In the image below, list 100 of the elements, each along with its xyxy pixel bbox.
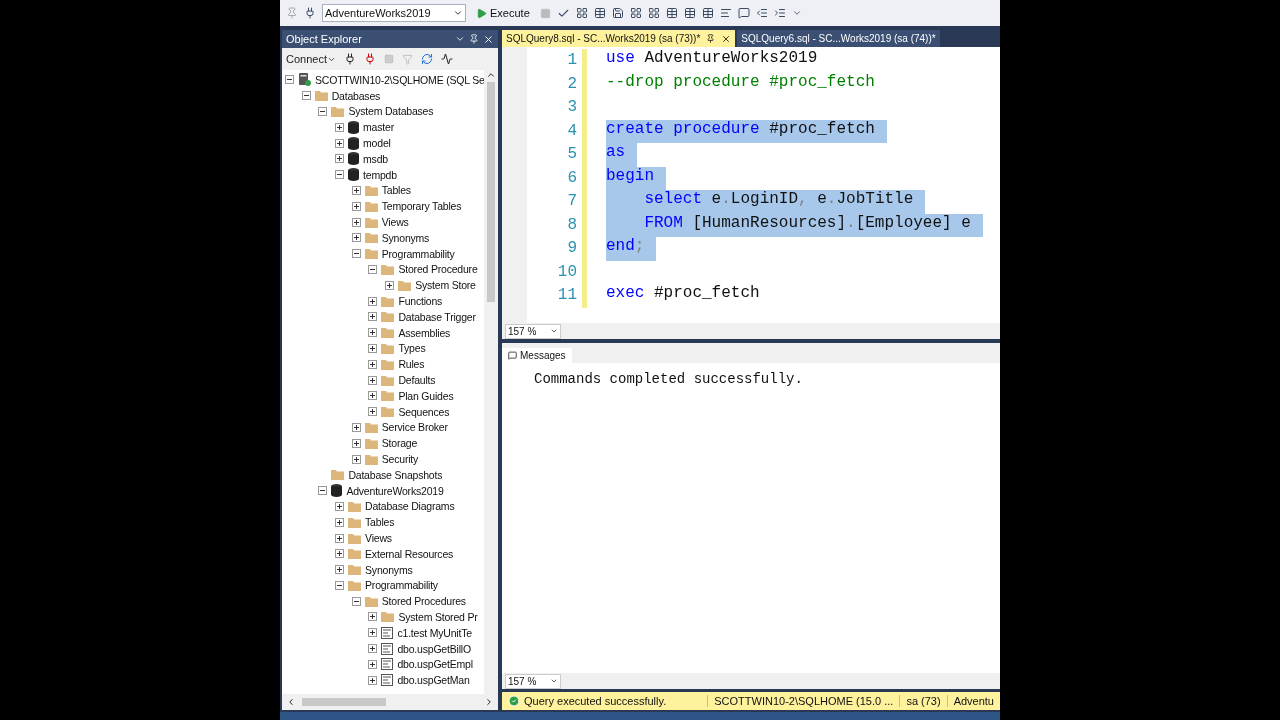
tree-item[interactable]: Stored Procedures — [381, 595, 466, 608]
expand-icon[interactable] — [368, 407, 378, 417]
scroll-left-icon[interactable] — [286, 697, 296, 707]
tree-item[interactable]: Synonyms — [381, 231, 430, 244]
expand-icon[interactable] — [368, 644, 378, 654]
close-icon[interactable] — [721, 33, 732, 44]
tree-item[interactable]: Assemblies — [398, 326, 451, 339]
dropdown-icon[interactable] — [455, 34, 465, 44]
table-icon[interactable] — [665, 7, 678, 19]
collapse-icon[interactable] — [335, 580, 345, 590]
grid-icon[interactable] — [647, 7, 660, 19]
tree-item[interactable]: AdventureWorks2019 — [346, 484, 444, 497]
tree-item[interactable]: Programmability — [365, 579, 438, 592]
tree-item[interactable]: Sequences — [398, 405, 450, 418]
align-icon[interactable] — [719, 7, 732, 19]
expand-icon[interactable] — [368, 359, 378, 369]
expand-icon[interactable] — [335, 122, 345, 132]
expand-icon[interactable] — [368, 659, 378, 669]
expand-icon[interactable] — [335, 154, 345, 164]
expand-icon[interactable] — [351, 422, 361, 432]
scroll-right-icon[interactable] — [484, 697, 494, 707]
collapse-icon[interactable] — [318, 486, 328, 496]
connect-button[interactable]: Connect — [286, 53, 336, 65]
scrollbar-thumb[interactable] — [302, 698, 386, 706]
expand-icon[interactable] — [368, 296, 378, 306]
expand-icon[interactable] — [335, 501, 345, 511]
expand-icon[interactable] — [385, 280, 395, 290]
tree-item[interactable]: Synonyms — [365, 563, 413, 576]
messages-tab[interactable]: Messages — [502, 348, 572, 363]
expand-icon[interactable] — [351, 233, 361, 243]
expand-icon[interactable] — [335, 138, 345, 148]
table-icon[interactable] — [683, 7, 696, 19]
tree-item[interactable]: Storage — [381, 437, 418, 450]
scrollbar-thumb[interactable] — [487, 82, 495, 302]
tree-item[interactable]: tempdb — [363, 168, 397, 181]
expand-icon[interactable] — [368, 628, 378, 638]
chevron-icon[interactable] — [791, 8, 802, 18]
disconnect-icon[interactable] — [364, 53, 376, 65]
editor-tab[interactable]: SQLQuery6.sql - SC...Works2019 (sa (74))* — [737, 30, 940, 47]
collapse-icon[interactable] — [285, 75, 294, 85]
tree-item[interactable]: Database Diagrams — [365, 500, 455, 513]
database-dropdown[interactable]: AdventureWorks2019 — [322, 4, 466, 22]
tree-item[interactable]: Database Trigger — [398, 310, 476, 323]
tree-item[interactable]: External Resources — [365, 547, 454, 560]
tree-item[interactable]: System Stored Pr — [398, 611, 478, 623]
tree-item[interactable]: dbo.uspGetMan — [397, 674, 470, 687]
expand-icon[interactable] — [335, 549, 345, 559]
tree-item[interactable]: dbo.uspGetBillO — [397, 642, 471, 655]
code-editor[interactable]: 1 2 3 4 5 6 7 8 9 10 11 use AdventureWorks2019 --drop procedure #proc_fetch create procedure #proc_fetch as begin select e.LoginID, e.JobTitle FROM [HumanResources].[Employee] e end; exec #proc_fetch — [502, 47, 1000, 323]
grid-icon[interactable] — [575, 7, 588, 19]
grid-icon[interactable] — [629, 7, 642, 19]
refresh-icon[interactable] — [421, 53, 433, 65]
tree-item[interactable]: Service Broker — [381, 421, 448, 434]
tree-item[interactable]: model — [363, 137, 391, 150]
tree-item[interactable]: Defaults — [398, 374, 436, 387]
collapse-icon[interactable] — [335, 170, 345, 180]
plug-icon[interactable] — [304, 7, 316, 19]
close-icon[interactable] — [483, 33, 494, 45]
comment-icon[interactable] — [737, 7, 750, 19]
expand-icon[interactable] — [368, 328, 378, 338]
editor-tab[interactable]: SQLQuery8.sql - SC...Works2019 (sa (73))* — [502, 30, 736, 47]
pin-icon[interactable] — [706, 34, 716, 43]
expand-icon[interactable] — [368, 312, 378, 322]
outdent-icon[interactable] — [755, 7, 768, 19]
tree-item[interactable]: Tables — [365, 516, 395, 529]
tree-item[interactable]: c1.test MyUnitTe — [397, 626, 472, 639]
zoom-dropdown[interactable]: 157 % — [505, 323, 561, 339]
expand-icon[interactable] — [368, 375, 378, 385]
tree-item[interactable]: Tables — [381, 184, 411, 197]
tree-item[interactable]: Database Snapshots — [348, 468, 443, 481]
expand-icon[interactable] — [351, 185, 361, 195]
tree-item[interactable]: Plan Guides — [398, 389, 454, 402]
expand-icon[interactable] — [351, 454, 361, 464]
tree-item[interactable]: Databases — [331, 89, 381, 102]
indent-icon[interactable] — [773, 7, 786, 19]
save-icon[interactable] — [611, 7, 624, 19]
expand-icon[interactable] — [351, 438, 361, 448]
expand-icon[interactable] — [368, 612, 378, 622]
collapse-icon[interactable] — [351, 249, 361, 259]
tree-item[interactable]: Stored Procedure — [398, 263, 478, 276]
tree-item[interactable]: msdb — [363, 152, 388, 165]
collapse-icon[interactable] — [351, 596, 361, 606]
tree-item[interactable]: Views — [381, 216, 409, 229]
tree-item[interactable]: Programmability — [381, 247, 455, 260]
tree-item[interactable]: Views — [365, 532, 392, 544]
tree-item[interactable]: master — [363, 121, 394, 134]
table-icon[interactable] — [701, 7, 714, 19]
expand-icon[interactable] — [351, 201, 361, 211]
tree-item[interactable]: Functions — [398, 295, 443, 308]
collapse-icon[interactable] — [318, 107, 328, 116]
horizontal-scrollbar[interactable] — [282, 694, 498, 710]
plug-icon[interactable] — [344, 53, 356, 65]
pin-icon[interactable] — [469, 34, 479, 44]
collapse-icon[interactable] — [301, 91, 311, 101]
execute-button[interactable]: Execute — [472, 7, 534, 19]
tree-item[interactable]: System Databases — [348, 105, 434, 118]
tree-item[interactable]: SCOTTWIN10-2\SQLHOME (SQL Se — [315, 73, 484, 86]
expand-icon[interactable] — [335, 517, 345, 527]
expand-icon[interactable] — [368, 675, 378, 685]
expand-icon[interactable] — [368, 391, 378, 401]
